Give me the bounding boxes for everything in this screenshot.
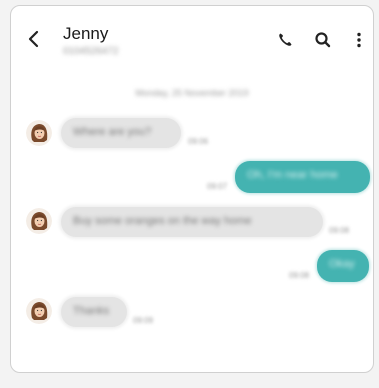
phone-icon[interactable] (275, 30, 295, 50)
contact-avatar[interactable] (26, 120, 52, 146)
message-bubble-incoming[interactable]: Buy some oranges on the way home (61, 207, 323, 237)
contact-number: 0104526472 (63, 46, 119, 57)
screen-frame: Jenny 0104526472 Monday, 25 November 201… (10, 5, 374, 373)
message-text: Where are you? (73, 126, 152, 138)
message-bubble-outgoing[interactable]: Okay (317, 250, 369, 282)
contact-avatar[interactable] (26, 208, 52, 234)
message-time: 09:08 (289, 271, 310, 280)
message-bubble-outgoing[interactable]: Oh, I'm near home (235, 161, 370, 193)
date-separator: Monday, 25 November 2019 (135, 88, 249, 98)
conversation-header: Jenny 0104526472 (11, 6, 373, 70)
message-time: 09:08 (329, 226, 350, 235)
contact-name: Jenny (63, 24, 109, 43)
message-time: 09:07 (207, 182, 228, 191)
message-bubble-incoming[interactable]: Where are you? (61, 118, 181, 148)
message-bubble-incoming[interactable]: Thanks (61, 297, 127, 327)
contact-avatar[interactable] (26, 298, 52, 324)
message-time: 09:06 (188, 137, 209, 146)
message-text: Thanks (73, 305, 110, 317)
message-text: Oh, I'm near home (247, 169, 338, 181)
search-icon[interactable] (313, 30, 333, 50)
message-text: Buy some oranges on the way home (73, 215, 252, 227)
message-text: Okay (329, 258, 355, 270)
message-time: 09:09 (133, 316, 154, 325)
back-arrow-icon[interactable] (23, 28, 45, 50)
more-vert-icon[interactable] (349, 30, 369, 50)
